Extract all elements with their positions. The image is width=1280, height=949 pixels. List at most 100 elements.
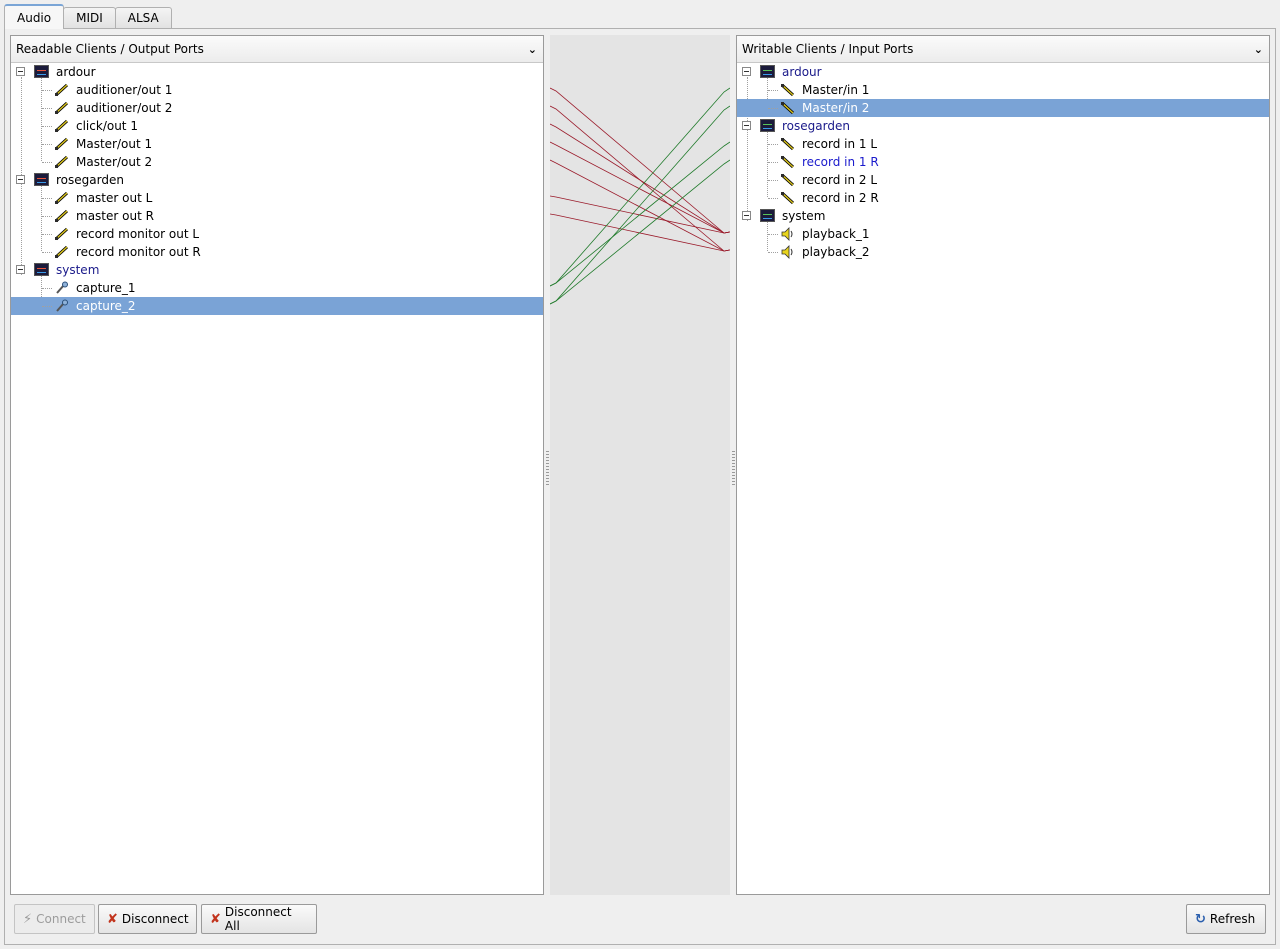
- port-master-in-2[interactable]: Master/in 2: [737, 99, 1269, 117]
- jack-plug-icon: [54, 83, 69, 97]
- jack-plug-icon: [54, 155, 69, 169]
- writable-clients-header[interactable]: Writable Clients / Input Ports ⌄: [737, 36, 1269, 63]
- refresh-button[interactable]: ↻ Refresh: [1186, 904, 1266, 934]
- client-icon: [760, 119, 775, 132]
- port-label: Master/in 2: [802, 101, 870, 115]
- client-ardour[interactable]: ardour: [11, 63, 543, 81]
- client-rosegarden[interactable]: rosegarden: [11, 171, 543, 189]
- port-master-out-r[interactable]: master out R: [11, 207, 543, 225]
- client-label: rosegarden: [56, 173, 124, 187]
- port-capture-2[interactable]: capture_2: [11, 297, 543, 315]
- port-record-in-2-r[interactable]: record in 2 R: [737, 189, 1269, 207]
- port-label: record in 1 L: [802, 137, 878, 151]
- port-record-monitor-out-l[interactable]: record monitor out L: [11, 225, 543, 243]
- port-label: master out R: [76, 209, 154, 223]
- port-label: record in 2 L: [802, 173, 878, 187]
- port-record-in-1-l[interactable]: record in 1 L: [737, 135, 1269, 153]
- microphone-icon: [56, 299, 68, 312]
- client-icon: [34, 263, 49, 276]
- port-record-in-1-r[interactable]: record in 1 R: [737, 153, 1269, 171]
- connection-line: [549, 159, 731, 305]
- port-record-in-2-l[interactable]: record in 2 L: [737, 171, 1269, 189]
- jack-plug-icon: [54, 119, 69, 133]
- port-master-out-2[interactable]: Master/out 2: [11, 153, 543, 171]
- client-icon: [34, 173, 49, 186]
- port-label: playback_1: [802, 227, 870, 241]
- readable-clients-title: Readable Clients / Output Ports: [16, 42, 204, 56]
- jack-plug-icon: [780, 191, 795, 205]
- collapse-icon[interactable]: [742, 121, 751, 130]
- disconnect-icon: ✘: [107, 911, 118, 927]
- speaker-icon: [781, 245, 793, 259]
- collapse-icon[interactable]: [16, 67, 25, 76]
- client-rosegarden[interactable]: rosegarden: [737, 117, 1269, 135]
- connection-line: [549, 105, 731, 252]
- client-icon: [760, 209, 775, 222]
- disconnect-button[interactable]: ✘ Disconnect: [98, 904, 197, 934]
- client-label: system: [56, 263, 100, 277]
- jack-plug-icon: [54, 137, 69, 151]
- connection-line: [549, 87, 731, 234]
- port-playback-2[interactable]: playback_2: [737, 243, 1269, 261]
- port-master-out-1[interactable]: Master/out 1: [11, 135, 543, 153]
- right-splitter-handle[interactable]: [732, 451, 735, 487]
- collapse-icon[interactable]: [16, 175, 25, 184]
- output-ports-tree: ardour auditioner/out 1 auditioner/out 2…: [11, 63, 543, 315]
- port-label: record monitor out R: [76, 245, 201, 259]
- refresh-label: Refresh: [1209, 912, 1256, 926]
- chevron-down-icon[interactable]: ⌄: [528, 43, 537, 56]
- connection-lines: [549, 87, 731, 305]
- port-label: Master/out 1: [76, 137, 153, 151]
- port-label: master out L: [76, 191, 153, 205]
- connect-label: Connect: [36, 912, 86, 926]
- port-click-out-1[interactable]: click/out 1: [11, 117, 543, 135]
- refresh-icon: ↻: [1195, 911, 1206, 927]
- port-record-monitor-out-r[interactable]: record monitor out R: [11, 243, 543, 261]
- client-icon: [34, 65, 49, 78]
- connect-button[interactable]: ⚡ Connect: [14, 904, 95, 934]
- port-label: record in 2 R: [802, 191, 879, 205]
- readable-clients-header[interactable]: Readable Clients / Output Ports ⌄: [11, 36, 543, 63]
- port-label: click/out 1: [76, 119, 138, 133]
- disconnect-all-button[interactable]: ✘ Disconnect All: [201, 904, 317, 934]
- client-system[interactable]: system: [11, 261, 543, 279]
- connections-view: [546, 35, 735, 895]
- chevron-down-icon[interactable]: ⌄: [1254, 43, 1263, 56]
- collapse-icon[interactable]: [16, 265, 25, 274]
- client-system[interactable]: system: [737, 207, 1269, 225]
- port-auditioner-out-2[interactable]: auditioner/out 2: [11, 99, 543, 117]
- left-splitter-handle[interactable]: [546, 451, 549, 487]
- port-label: capture_1: [76, 281, 136, 295]
- plug-icon: ⚡: [23, 911, 33, 927]
- connection-line: [549, 105, 731, 305]
- client-label: system: [782, 209, 826, 223]
- connection-line: [549, 141, 731, 287]
- jack-plug-icon: [780, 155, 795, 169]
- port-label: Master/out 2: [76, 155, 153, 169]
- port-auditioner-out-1[interactable]: auditioner/out 1: [11, 81, 543, 99]
- collapse-icon[interactable]: [742, 211, 751, 220]
- port-playback-1[interactable]: playback_1: [737, 225, 1269, 243]
- collapse-icon[interactable]: [742, 67, 751, 76]
- audio-tab-pane: Readable Clients / Output Ports ⌄ ardour…: [4, 28, 1276, 945]
- client-ardour[interactable]: ardour: [737, 63, 1269, 81]
- port-label: auditioner/out 1: [76, 83, 173, 97]
- client-icon: [760, 65, 775, 78]
- tab-midi[interactable]: MIDI: [63, 7, 116, 28]
- client-label: rosegarden: [782, 119, 850, 133]
- port-capture-1[interactable]: capture_1: [11, 279, 543, 297]
- port-master-in-1[interactable]: Master/in 1: [737, 81, 1269, 99]
- tab-audio[interactable]: Audio: [4, 4, 65, 29]
- disconnect-all-label: Disconnect All: [224, 905, 292, 933]
- port-label: record in 1 R: [802, 155, 879, 169]
- writable-clients-panel: Writable Clients / Input Ports ⌄ ardour …: [736, 35, 1270, 895]
- port-master-out-l[interactable]: master out L: [11, 189, 543, 207]
- tab-alsa[interactable]: ALSA: [114, 7, 172, 28]
- jack-plug-icon: [54, 191, 69, 205]
- writable-clients-title: Writable Clients / Input Ports: [742, 42, 914, 56]
- jack-plug-icon: [54, 209, 69, 223]
- port-label: Master/in 1: [802, 83, 870, 97]
- jack-plug-icon: [780, 101, 795, 115]
- disconnect-label: Disconnect: [121, 912, 189, 926]
- readable-clients-panel: Readable Clients / Output Ports ⌄ ardour…: [10, 35, 544, 895]
